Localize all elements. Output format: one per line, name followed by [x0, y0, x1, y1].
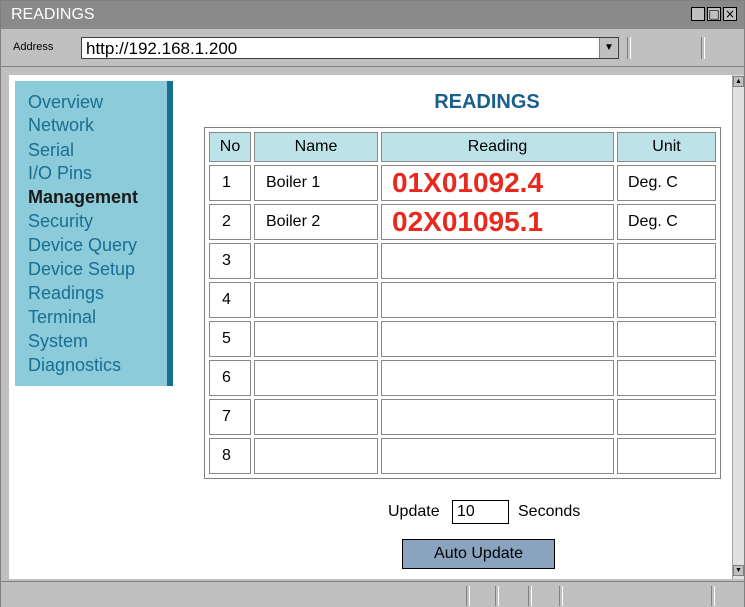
update-suffix-label: Seconds [518, 503, 581, 520]
table-cell-reading: 01X01092.4 [381, 165, 614, 201]
maximize-button[interactable]: □ [707, 7, 721, 21]
address-input[interactable]: http://192.168.1.200 [81, 37, 619, 59]
sidebar-item-serial[interactable]: Serial [28, 140, 74, 160]
readings-table: No Name Reading Unit 1 Boiler 1 01X01092… [204, 127, 721, 479]
vertical-scrollbar[interactable]: ▲ ▼ [732, 75, 744, 579]
table-cell-name [254, 321, 378, 357]
sidebar-item-readings[interactable]: Readings [28, 283, 104, 303]
table-cell-unit [617, 321, 716, 357]
address-bar: Address http://192.168.1.200 ▼ [1, 29, 744, 67]
sidebar-item-diagnostics[interactable]: Diagnostics [28, 355, 121, 375]
table-cell-no: 4 [209, 282, 251, 318]
table-cell-reading [381, 438, 614, 474]
sidebar-item-io-pins[interactable]: I/O Pins [28, 163, 92, 183]
sidebar-item-device-query[interactable]: Device Query [28, 235, 137, 255]
sidebar-item-overview[interactable]: Overview [28, 92, 103, 112]
toolbar-divider [701, 37, 705, 59]
toolbar-divider [627, 37, 631, 59]
address-value: http://192.168.1.200 [86, 39, 238, 58]
table-cell-name [254, 438, 378, 474]
table-cell-name [254, 243, 378, 279]
table-cell-reading [381, 399, 614, 435]
update-prefix-label: Update [388, 503, 440, 520]
table-cell-no: 5 [209, 321, 251, 357]
table-cell-name: Boiler 1 [254, 165, 378, 201]
column-header-reading: Reading [381, 132, 614, 162]
table-cell-reading [381, 243, 614, 279]
table-cell-unit [617, 399, 716, 435]
page-title: READINGS [434, 91, 540, 113]
table-cell-name [254, 360, 378, 396]
table-cell-unit [617, 243, 716, 279]
update-interval-input[interactable]: 10 [452, 500, 509, 524]
table-cell-unit: Deg. C [617, 204, 716, 240]
close-button[interactable]: × [723, 7, 737, 21]
sidebar-item-system[interactable]: System [28, 331, 88, 351]
table-cell-no: 6 [209, 360, 251, 396]
sidebar-item-security[interactable]: Security [28, 211, 93, 231]
status-divider [559, 586, 563, 606]
table-cell-no: 7 [209, 399, 251, 435]
sidebar-item-device-setup[interactable]: Device Setup [28, 259, 135, 279]
table-cell-reading [381, 321, 614, 357]
status-divider [711, 586, 715, 606]
table-cell-no: 3 [209, 243, 251, 279]
page-content: Overview Network Serial I/O Pins Managem… [9, 75, 732, 579]
table-cell-reading [381, 282, 614, 318]
table-cell-no: 2 [209, 204, 251, 240]
status-divider [495, 586, 499, 606]
status-divider [466, 586, 470, 606]
table-cell-name: Boiler 2 [254, 204, 378, 240]
address-label: Address [13, 41, 54, 53]
window-title: READINGS [11, 6, 95, 23]
sidebar-item-management[interactable]: Management [28, 187, 138, 207]
minimize-button[interactable]: _ [691, 7, 705, 21]
table-cell-name [254, 282, 378, 318]
address-dropdown-button[interactable]: ▼ [599, 38, 618, 58]
table-cell-unit [617, 360, 716, 396]
table-cell-reading [381, 360, 614, 396]
table-cell-unit [617, 438, 716, 474]
browser-window: READINGS _ □ × Address http://192.168.1.… [0, 0, 745, 607]
auto-update-button[interactable]: Auto Update [402, 539, 555, 569]
column-header-name: Name [254, 132, 378, 162]
status-bar [1, 581, 744, 607]
table-cell-name [254, 399, 378, 435]
scroll-down-button[interactable]: ▼ [733, 565, 744, 576]
sidebar-nav: Overview Network Serial I/O Pins Managem… [15, 81, 173, 386]
table-cell-no: 8 [209, 438, 251, 474]
table-cell-unit: Deg. C [617, 165, 716, 201]
table-cell-no: 1 [209, 165, 251, 201]
column-header-unit: Unit [617, 132, 716, 162]
status-divider [528, 586, 532, 606]
column-header-no: No [209, 132, 251, 162]
sidebar-item-terminal[interactable]: Terminal [28, 307, 96, 327]
sidebar-item-network[interactable]: Network [28, 115, 94, 135]
title-bar: READINGS _ □ × [1, 1, 744, 29]
table-cell-reading: 02X01095.1 [381, 204, 614, 240]
scroll-up-button[interactable]: ▲ [733, 76, 744, 87]
table-cell-unit [617, 282, 716, 318]
